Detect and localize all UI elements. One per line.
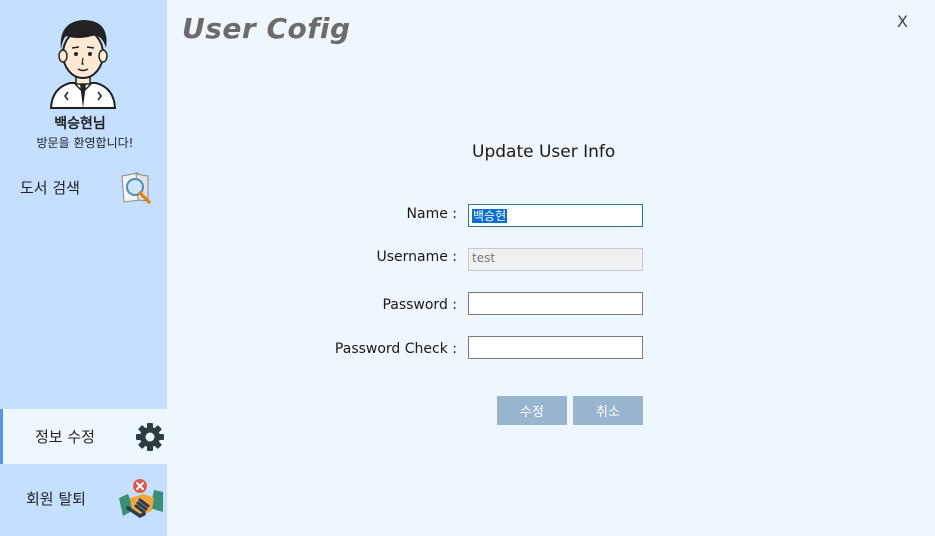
password-check-label: Password Check :: [334, 341, 457, 357]
user-avatar: [49, 20, 117, 109]
nav-item-search-label: 도서 검색: [20, 178, 80, 197]
password-label: Password :: [382, 297, 457, 313]
form-title: Update User Info: [472, 142, 616, 162]
nav-item-withdraw[interactable]: 회원 탈퇴: [0, 470, 167, 526]
username-input[interactable]: test: [468, 248, 643, 271]
magnifier-book-icon: [121, 172, 151, 204]
nav-item-search[interactable]: 도서 검색: [0, 168, 167, 206]
user-name: 백승현님: [54, 116, 106, 132]
edit-button[interactable]: 수정: [497, 396, 567, 425]
app-title: User Cofig: [182, 12, 351, 45]
password-input[interactable]: [468, 292, 643, 315]
gear-icon: [136, 423, 164, 451]
nav-item-edit-info[interactable]: 정보 수정: [0, 409, 167, 464]
password-check-input[interactable]: [468, 336, 643, 359]
nav-item-edit-info-label: 정보 수정: [35, 428, 95, 446]
username-input-value: test: [472, 251, 496, 265]
nav-item-withdraw-label: 회원 탈퇴: [26, 489, 86, 508]
welcome-message: 방문을 환영합니다!: [36, 136, 134, 150]
handshake-remove-icon: [119, 479, 163, 519]
cancel-button[interactable]: 취소: [573, 396, 643, 425]
name-input-value: 백승현: [472, 209, 508, 223]
close-button[interactable]: X: [897, 12, 908, 31]
username-label: Username :: [376, 249, 457, 265]
name-input[interactable]: 백승현: [468, 204, 643, 227]
sidebar: 백승현님 방문을 환영합니다! 도서 검색 정보 수정 회원 탈퇴: [0, 0, 167, 536]
name-label: Name :: [406, 206, 457, 222]
